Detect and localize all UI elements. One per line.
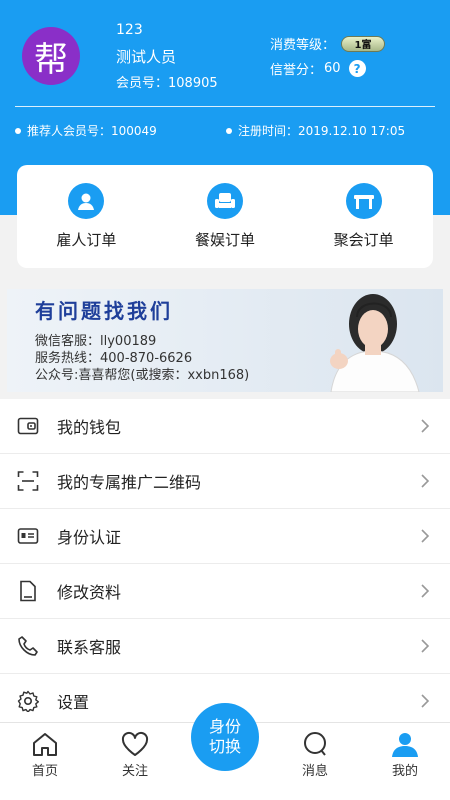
menu-edit-profile-label: 修改资料	[57, 583, 122, 602]
orders-card: 雇人订单 餐娱订单 聚会订单	[17, 165, 433, 268]
tab-messages[interactable]: 消息	[285, 731, 345, 779]
level-label: 消费等级：	[270, 38, 336, 53]
bullet-icon	[15, 127, 21, 134]
register-info: 注册时间：2019.12.10 17:05	[226, 122, 405, 139]
order-party[interactable]: 聚会订单	[309, 183, 419, 250]
chevron-right-icon	[421, 419, 430, 433]
menu-edit-profile[interactable]: 修改资料	[0, 564, 450, 619]
tab-messages-label: 消息	[301, 764, 328, 779]
consumption-level: 消费等级： 1富	[270, 34, 386, 53]
menu-qrcode-label: 我的专属推广二维码	[57, 473, 202, 492]
tab-mine-label: 我的	[391, 764, 418, 779]
armchair-icon	[206, 183, 243, 219]
order-party-label: 聚会订单	[333, 231, 394, 249]
credit-score: 信誉分： 60 ?	[270, 59, 366, 78]
banner-title: 有问题找我们	[35, 299, 173, 323]
menu-identity-label: 身份认证	[57, 528, 122, 547]
bullet-icon	[226, 127, 232, 134]
chevron-right-icon	[421, 639, 430, 653]
level-badge: 1富	[341, 35, 386, 52]
banner-account: 公众号:喜喜帮您(或搜索：xxbn168)	[35, 368, 250, 383]
chevron-right-icon	[421, 694, 430, 708]
credit-value: 60	[324, 61, 341, 76]
chevron-right-icon	[421, 474, 430, 488]
order-dining[interactable]: 餐娱订单	[170, 183, 280, 250]
credit-label: 信誉分：	[270, 63, 323, 78]
gear-icon	[17, 690, 39, 712]
header-divider	[15, 106, 435, 107]
id-card-icon	[17, 528, 39, 544]
register-text: 注册时间：2019.12.10 17:05	[238, 124, 406, 138]
chat-icon	[304, 732, 326, 756]
menu-qrcode[interactable]: 我的专属推广二维码	[0, 454, 450, 509]
home-icon	[33, 733, 57, 756]
menu-contact-service[interactable]: 联系客服	[0, 619, 450, 674]
wallet-icon	[17, 417, 39, 435]
order-dining-label: 餐娱订单	[194, 231, 255, 249]
menu-settings-label: 设置	[57, 693, 90, 712]
person-icon	[68, 183, 105, 219]
table-icon	[345, 183, 382, 219]
heart-icon	[121, 731, 149, 756]
phone-icon	[18, 636, 38, 656]
tab-follow[interactable]: 关注	[105, 731, 165, 779]
menu-wallet-label: 我的钱包	[57, 418, 122, 437]
tab-follow-label: 关注	[121, 764, 148, 779]
order-hire[interactable]: 雇人订单	[31, 183, 141, 250]
switch-line1: 身份	[208, 717, 241, 736]
menu-identity[interactable]: 身份认证	[0, 509, 450, 564]
user-title: 测试人员	[116, 48, 177, 66]
support-banner[interactable]: 有问题找我们 微信客服：lly00189 服务热线：400-870-6626 公…	[7, 289, 443, 392]
menu-list: 我的钱包 我的专属推广二维码 身份认证 修改资料 联系客服 设置	[0, 399, 450, 729]
user-name: 123	[116, 22, 143, 38]
member-id: 会员号：108905	[116, 76, 218, 91]
document-icon	[20, 580, 36, 602]
tab-home[interactable]: 首页	[15, 731, 75, 779]
tab-home-label: 首页	[31, 764, 58, 779]
support-agent-image	[330, 294, 420, 392]
referrer-text: 推荐人会员号：100049	[27, 124, 157, 138]
menu-wallet[interactable]: 我的钱包	[0, 399, 450, 454]
chevron-right-icon	[421, 529, 430, 543]
menu-contact-service-label: 联系客服	[57, 638, 122, 657]
referrer-info: 推荐人会员号：100049	[15, 122, 157, 139]
identity-switch-button[interactable]: 身份 切换	[191, 703, 259, 771]
order-hire-label: 雇人订单	[56, 231, 117, 249]
scan-icon	[17, 471, 39, 491]
chevron-right-icon	[421, 584, 430, 598]
avatar[interactable]: 帮	[22, 27, 80, 85]
tab-mine[interactable]: 我的	[375, 731, 435, 779]
switch-line2: 切换	[208, 737, 241, 756]
help-icon[interactable]: ?	[348, 60, 366, 77]
user-icon	[392, 733, 418, 757]
